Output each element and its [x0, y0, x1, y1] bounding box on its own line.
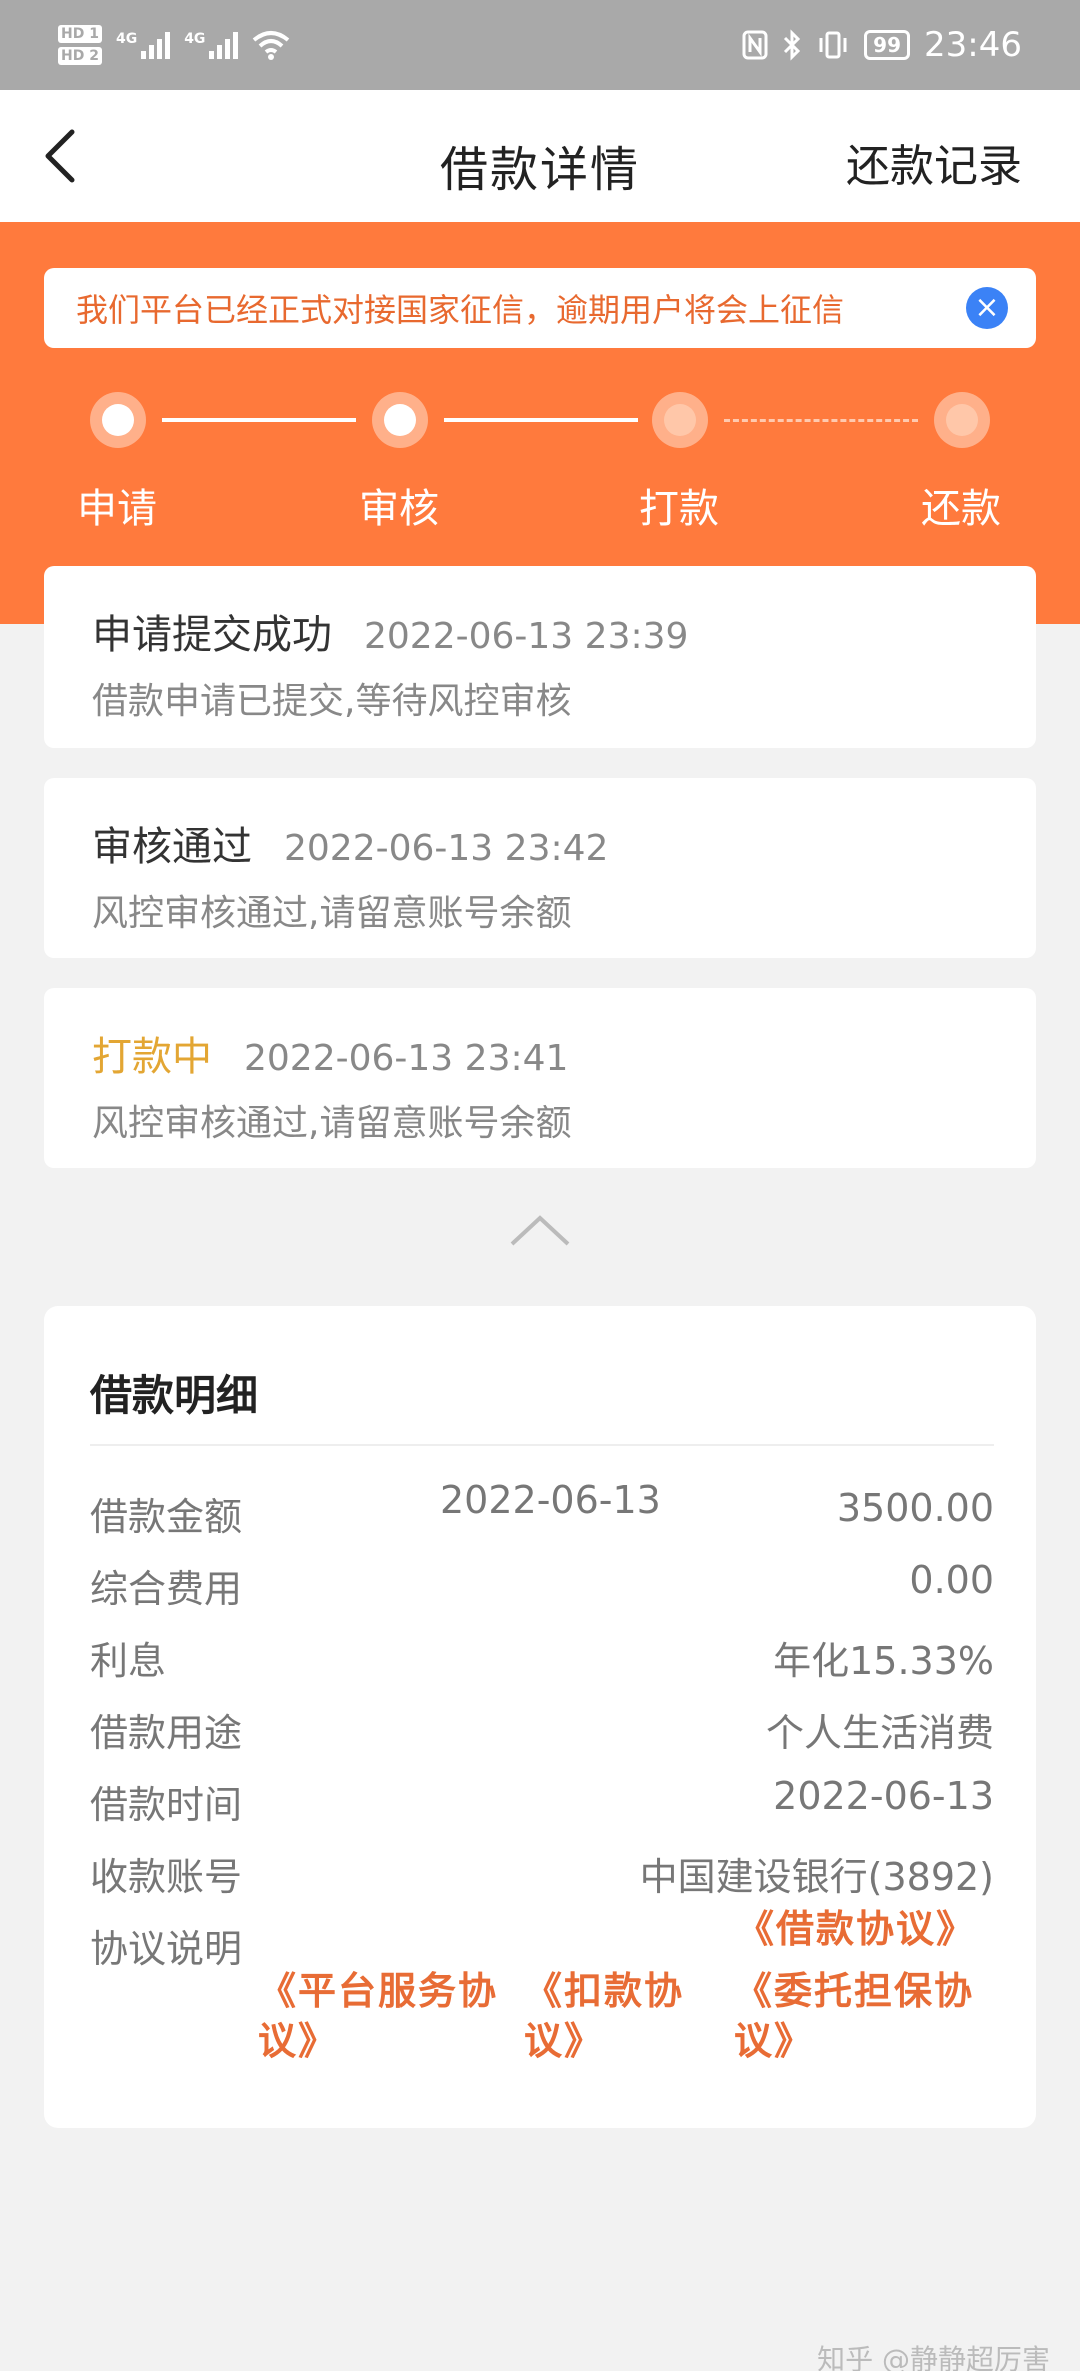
timeline-card-approved: 审核通过 2022-06-13 23:42 风控审核通过,请留意账号余额	[44, 778, 1036, 958]
step-dot-apply	[90, 392, 146, 448]
status-bar-right: 99 23:46	[742, 25, 1022, 65]
hd1-badge: HD 1	[58, 25, 102, 43]
timeline-desc: 借款申请已提交,等待风控审核	[92, 681, 572, 722]
row-value-amount: 3500.00	[836, 1486, 994, 1530]
hd2-badge: HD 2	[58, 47, 102, 65]
watermark: 知乎 @静静超厉害	[817, 2343, 1050, 2371]
signal-1-label: 4G	[115, 31, 138, 47]
row-value-account: 中国建设银行(3892)	[639, 1855, 994, 1899]
divider	[90, 1444, 994, 1446]
timeline-title: 打款中	[92, 1034, 212, 1080]
deduction-agreement-link[interactable]: 《扣款协 议》	[524, 1966, 684, 2066]
timeline-title-row: 审核通过 2022-06-13 23:42	[92, 814, 608, 872]
signal-bars-icon	[141, 31, 171, 59]
progress-header: 我们平台已经正式对接国家征信，逾期用户将会上征信 × 申请 审核 打款 还款	[0, 222, 1080, 624]
step-label-repay: 还款	[921, 486, 1001, 532]
timeline-desc: 风控审核通过,请留意账号余额	[92, 893, 572, 934]
row-label-interest: 利息	[90, 1639, 167, 1683]
loan-agreement-link[interactable]: 《借款协议》	[736, 1904, 976, 1954]
step-line	[162, 418, 356, 422]
step-dot-repay	[934, 392, 990, 448]
timeline-card-submitted: 申请提交成功 2022-06-13 23:39 借款申请已提交,等待风控审核	[44, 566, 1036, 748]
deduction-agreement-line2: 议》	[524, 2019, 605, 2063]
status-bar-left: HD 1 HD 2 4G 4G	[58, 25, 290, 65]
guarantee-agreement-line2: 议》	[734, 2019, 815, 2063]
timeline-time: 2022-06-13 23:39	[364, 616, 689, 657]
step-dot-review	[372, 392, 428, 448]
signal-2: 4G	[184, 31, 239, 59]
row-label-account: 收款账号	[90, 1855, 243, 1899]
status-bar: HD 1 HD 2 4G 4G 99 23:46	[0, 0, 1080, 90]
timeline-card-paying: 打款中 2022-06-13 23:41 风控审核通过,请留意账号余额	[44, 988, 1036, 1168]
timeline-title: 申请提交成功	[92, 612, 332, 658]
deduction-agreement-line1: 《扣款协	[524, 1969, 685, 2013]
battery-indicator: 99	[864, 30, 911, 60]
notice-banner: 我们平台已经正式对接国家征信，逾期用户将会上征信 ×	[44, 268, 1036, 348]
amount-date: 2022-06-13	[440, 1478, 661, 1522]
signal-2-label: 4G	[184, 31, 206, 47]
row-value-purpose: 个人生活消费	[765, 1711, 994, 1755]
timeline-title-row: 申请提交成功 2022-06-13 23:39	[92, 602, 688, 660]
step-line-dashed	[724, 419, 918, 422]
signal-bars-icon	[209, 31, 239, 59]
row-label-fee: 综合费用	[90, 1567, 243, 1611]
chevron-up-icon[interactable]	[508, 1212, 572, 1248]
timeline-time: 2022-06-13 23:41	[244, 1038, 569, 1079]
guarantee-agreement-line1: 《委托担保协	[734, 1969, 975, 2013]
timeline-time: 2022-06-13 23:42	[284, 828, 609, 869]
status-time: 23:46	[924, 25, 1022, 65]
wifi-icon	[253, 31, 290, 60]
row-label-amount: 借款金额	[90, 1495, 243, 1539]
timeline-desc: 风控审核通过,请留意账号余额	[92, 1103, 572, 1144]
row-label-time: 借款时间	[90, 1783, 243, 1827]
vibrate-icon	[819, 31, 847, 59]
nfc-icon	[742, 30, 768, 60]
row-value-interest: 年化15.33%	[773, 1639, 994, 1683]
nav-bar: 借款详情 还款记录	[0, 90, 1080, 222]
loan-detail-title: 借款明细	[90, 1371, 259, 1420]
step-dot-payout	[652, 392, 708, 448]
repayment-records-link[interactable]: 还款记录	[846, 130, 1022, 194]
notice-text: 我们平台已经正式对接国家征信，逾期用户将会上征信	[76, 291, 845, 329]
signal-1: 4G	[115, 31, 171, 59]
progress-steps: 申请 审核 打款 还款	[0, 392, 1080, 532]
step-line	[444, 418, 638, 422]
platform-agreement-line2: 议》	[258, 2019, 339, 2063]
timeline-title-row: 打款中 2022-06-13 23:41	[92, 1024, 568, 1082]
row-label-purpose: 借款用途	[90, 1711, 243, 1755]
timeline-title: 审核通过	[92, 824, 252, 870]
close-icon[interactable]: ×	[966, 287, 1008, 329]
step-label-apply: 申请	[77, 486, 157, 532]
row-value-time: 2022-06-13	[773, 1774, 994, 1818]
loan-detail-card: 借款明细 借款金额 2022-06-13 3500.00 综合费用 0.00 利…	[44, 1306, 1036, 2128]
hd-indicators: HD 1 HD 2	[58, 25, 102, 65]
bluetooth-icon	[784, 29, 801, 61]
step-label-payout: 打款	[639, 486, 719, 532]
platform-service-agreement-link[interactable]: 《平台服务协 议》	[258, 1966, 498, 2066]
row-label-agreement: 协议说明	[90, 1927, 243, 1971]
guarantee-agreement-link[interactable]: 《委托担保协 议》	[734, 1966, 974, 2066]
platform-agreement-line1: 《平台服务协	[258, 1969, 499, 2013]
step-label-review: 审核	[359, 486, 439, 532]
row-value-fee: 0.00	[909, 1558, 994, 1602]
